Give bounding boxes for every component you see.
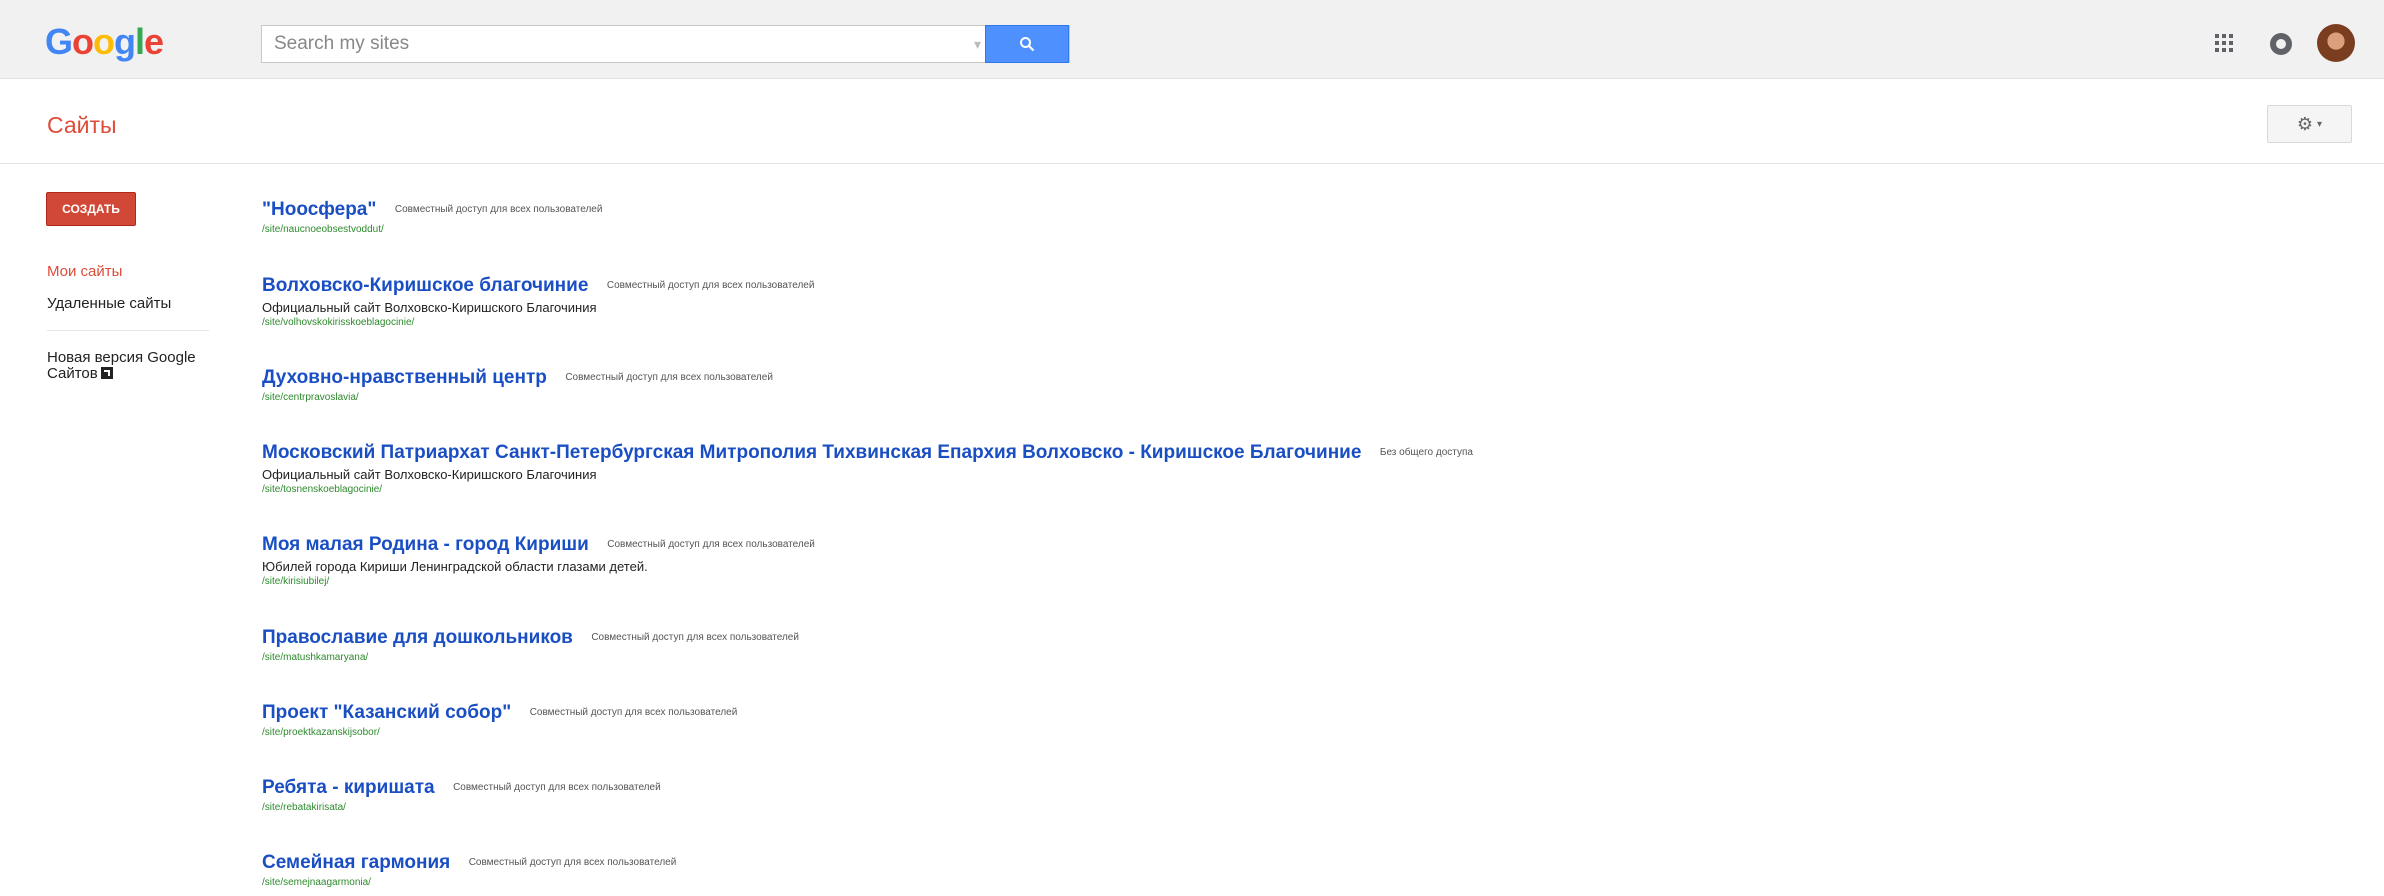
new-version-label: Новая версия Google Сайтов (47, 349, 196, 382)
sharing-status: Без общего доступа (1379, 447, 1473, 458)
site-description: Официальный сайт Волховско-Киришского Бл… (262, 300, 597, 315)
site-url[interactable]: /site/rebatakirisata/ (262, 801, 661, 815)
search-button[interactable] (985, 25, 1069, 63)
site-url[interactable]: /site/volhovskokirisskoeblagocinie/ (262, 316, 814, 330)
site-title-link[interactable]: Ребята - киришата (262, 777, 435, 798)
list-item: Проект "Казанский собор" Совместный дост… (262, 701, 737, 740)
list-item: Волховско-Киришское благочиние Совместны… (262, 274, 814, 330)
site-title-link[interactable]: Духовно-нравственный центр (262, 367, 547, 388)
list-item: Московский Патриархат Санкт-Петербургска… (262, 441, 1473, 497)
sharing-status: Совместный доступ для всех пользователей (607, 539, 815, 550)
site-url[interactable]: /site/naucnoeobsestvoddut/ (262, 223, 602, 237)
site-url[interactable]: /site/semejnaagarmonia/ (262, 876, 676, 890)
sidebar-item-new-sites[interactable]: Новая версия Google Сайтов (47, 350, 217, 382)
site-description: Юбилей города Кириши Ленинградской облас… (262, 559, 648, 574)
list-item: Ребята - киришата Совместный доступ для … (262, 776, 661, 815)
site-url[interactable]: /site/tosnenskoeblagocinie/ (262, 483, 1473, 497)
site-title-link[interactable]: Православие для дошкольников (262, 627, 573, 648)
site-url[interactable]: /site/proektkazanskijsobor/ (262, 726, 737, 740)
site-url[interactable]: /site/kirisiubilej/ (262, 575, 815, 589)
page-title[interactable]: Сайты (47, 111, 117, 139)
search-box: ▾ (261, 25, 1070, 63)
create-button[interactable]: Создать (46, 192, 136, 226)
search-icon (1020, 37, 1035, 52)
site-title-link[interactable]: Волховско-Киришское благочиние (262, 275, 588, 296)
sidebar-item-deleted-sites[interactable]: Удаленные сайты (47, 294, 171, 314)
list-item: Православие для дошкольников Совместный … (262, 626, 799, 665)
site-title-link[interactable]: "Ноосфера" (262, 199, 376, 220)
list-item: Моя малая Родина - город Кириши Совместн… (262, 533, 815, 589)
search-dropdown-icon[interactable]: ▾ (974, 32, 981, 56)
site-url[interactable]: /site/centrpravoslavia/ (262, 391, 773, 405)
gear-icon: ⚙ (2296, 113, 2314, 134)
sharing-status: Совместный доступ для всех пользователей (591, 632, 799, 643)
sharing-status: Совместный доступ для всех пользователей (529, 707, 738, 718)
app-header: Сайты ⚙ ▾ (0, 79, 2384, 164)
notifications-icon[interactable] (2270, 33, 2292, 55)
sharing-status: Совместный доступ для всех пользователей (453, 782, 661, 793)
sharing-status: Совместный доступ для всех пользователей (606, 280, 815, 291)
site-url[interactable]: /site/matushkamaryana/ (262, 651, 799, 665)
chevron-down-icon: ▾ (2317, 118, 2323, 130)
apps-grid-icon[interactable] (2213, 32, 2235, 54)
search-input[interactable] (262, 26, 1006, 62)
list-item: Духовно-нравственный центр Совместный до… (262, 366, 773, 405)
divider (47, 330, 209, 331)
site-title-link[interactable]: Моя малая Родина - город Кириши (262, 534, 589, 555)
list-item: Семейная гармония Совместный доступ для … (262, 851, 676, 890)
sharing-status: Совместный доступ для всех пользователей (565, 372, 773, 383)
site-description: Официальный сайт Волховско-Киришского Бл… (262, 467, 597, 482)
sharing-status: Совместный доступ для всех пользователей (394, 204, 603, 215)
site-title-link[interactable]: Московский Патриархат Санкт-Петербургска… (262, 442, 1361, 463)
list-item: "Ноосфера" Совместный доступ для всех по… (262, 198, 602, 237)
google-logo[interactable]: Google (45, 20, 164, 64)
sidebar-item-my-sites[interactable]: Мои сайты (47, 262, 122, 282)
avatar[interactable] (2317, 24, 2355, 62)
sharing-status: Совместный доступ для всех пользователей (468, 857, 677, 868)
site-title-link[interactable]: Проект "Казанский собор" (262, 702, 511, 723)
top-bar: Google ▾ (0, 0, 2384, 79)
site-title-link[interactable]: Семейная гармония (262, 852, 450, 873)
settings-button[interactable]: ⚙ ▾ (2267, 105, 2352, 143)
external-link-icon (100, 367, 113, 379)
